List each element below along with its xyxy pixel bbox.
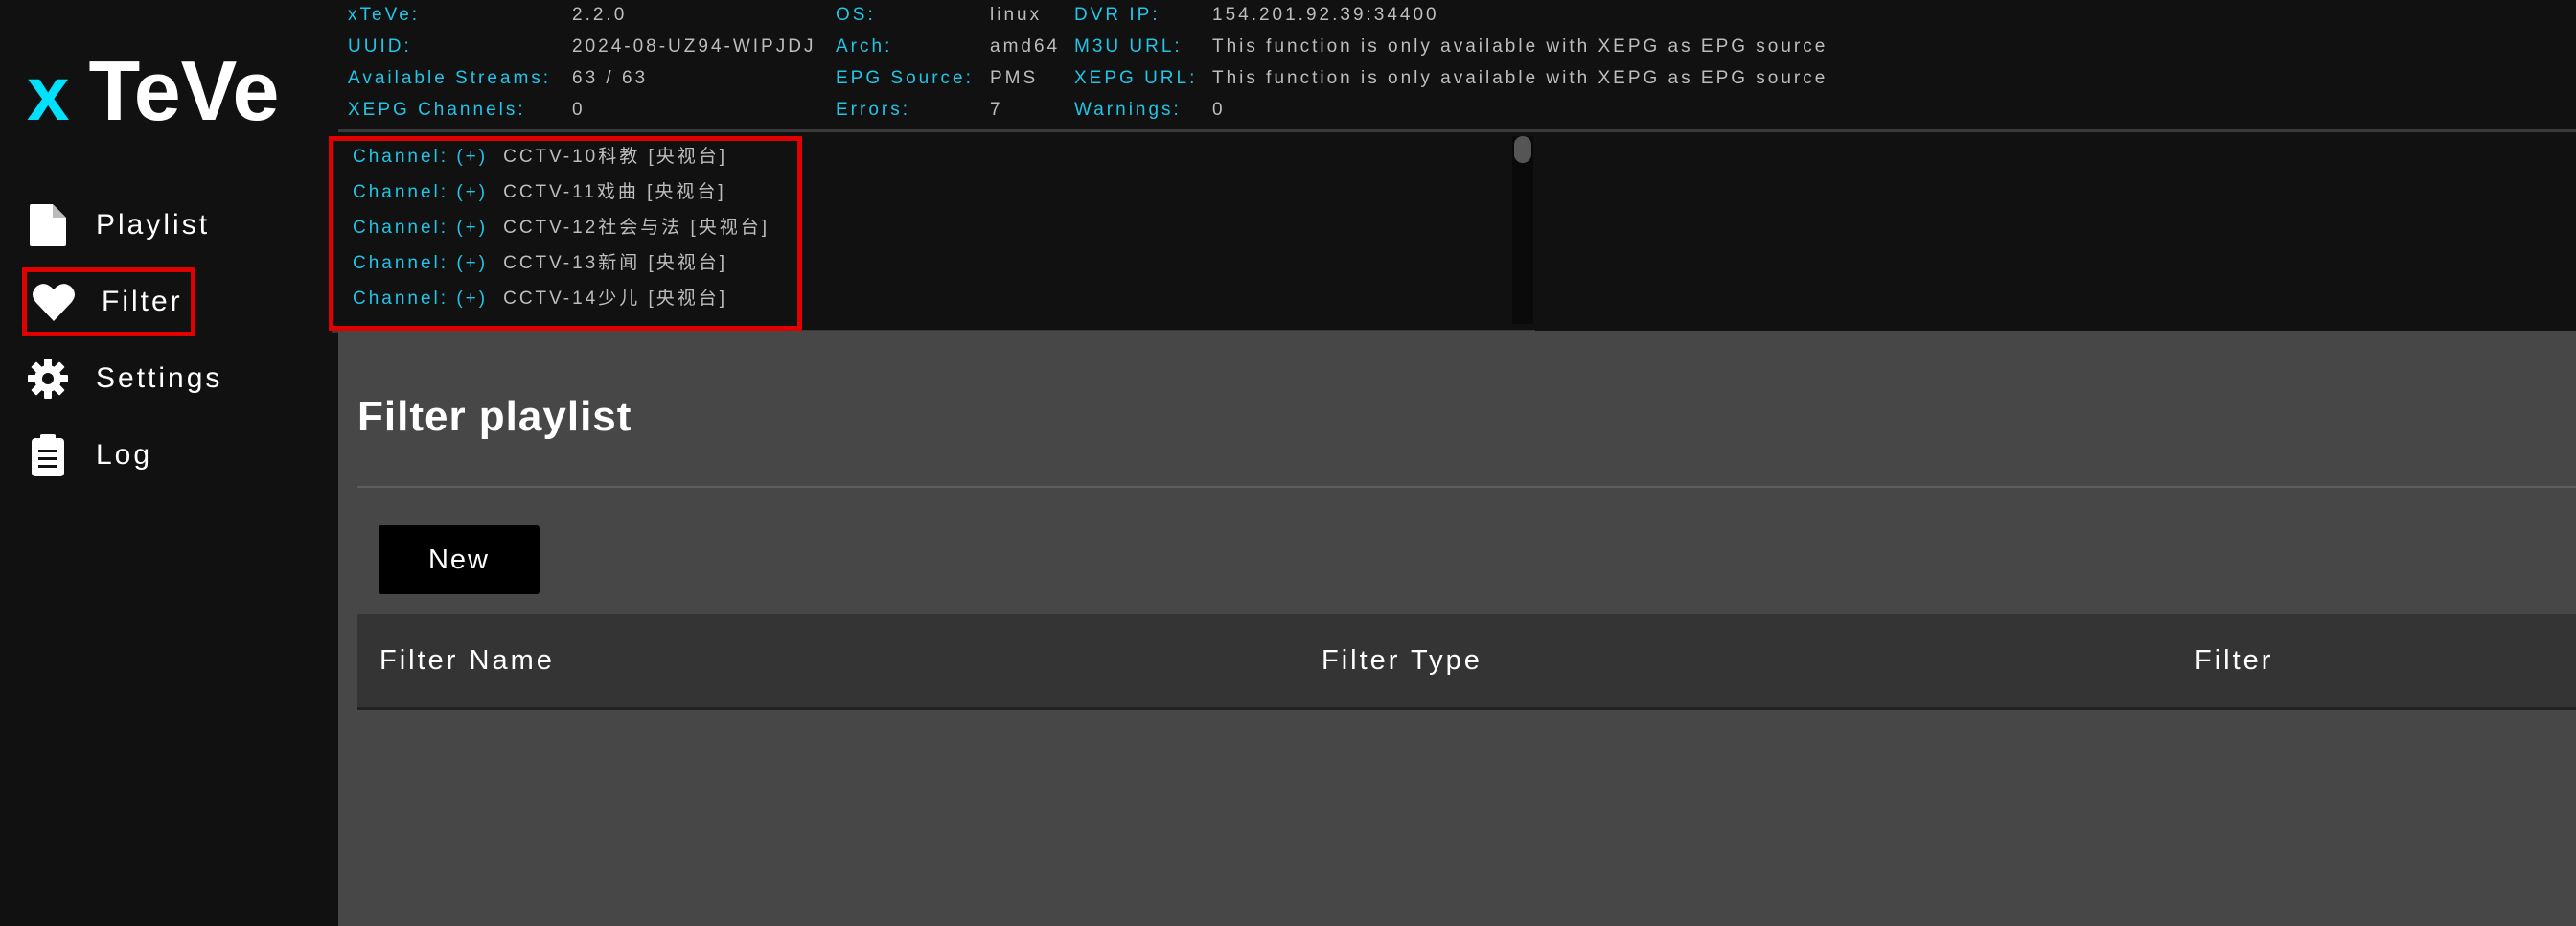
logo-x: x (27, 51, 70, 136)
heart-icon (33, 281, 75, 323)
column-header-filter-type[interactable]: Filter Type (1322, 614, 1483, 707)
warnings-label: Warnings: (1074, 100, 1182, 120)
sidebar-item-label: Playlist (96, 209, 211, 241)
xepg-url-label: XEPG URL: (1074, 68, 1198, 88)
sidebar-item-filter[interactable]: Filter (22, 267, 196, 336)
os-value: linux (990, 5, 1043, 25)
log-line: Channel: (+) CCTV-10科教 [央视台] (353, 147, 728, 167)
m3u-url-value: This function is only available with XEP… (1212, 36, 1828, 57)
log-line: Channel: (+) CCTV-13新闻 [央视台] (353, 253, 728, 273)
xteve-label: xTeVe: (348, 5, 421, 25)
log-line: Channel: (+) CCTV-11戏曲 [央视台] (353, 182, 726, 202)
gear-icon (27, 358, 69, 400)
divider (357, 486, 2576, 488)
arch-value: amd64 (990, 36, 1061, 57)
xteve-value: 2.2.0 (572, 5, 628, 25)
errors-label: Errors: (836, 100, 910, 120)
sidebar-item-label: Settings (96, 362, 223, 394)
app-logo: x TeVe (27, 48, 279, 137)
uuid-value: 2024-08-UZ94-WIPJDJ (572, 36, 816, 57)
sidebar-item-log[interactable]: Log (27, 426, 152, 485)
xepg-channels-label: XEPG Channels: (348, 100, 526, 120)
dvr-ip-value: 154.201.92.39:34400 (1212, 5, 1439, 25)
warnings-value: 0 (1212, 100, 1226, 120)
scrollbar-thumb[interactable] (1514, 136, 1531, 163)
main-panel: Filter playlist New Filter Name Filter T… (338, 331, 2576, 926)
sidebar-item-label: Filter (102, 286, 183, 317)
column-header-filter[interactable]: Filter (2195, 614, 2273, 707)
xepg-url-value: This function is only available with XEP… (1212, 68, 1828, 88)
errors-value: 7 (990, 100, 1003, 120)
logo-teve: TeVe (88, 43, 280, 138)
epg-source-value: PMS (990, 68, 1039, 88)
divider (338, 129, 2576, 132)
file-icon (27, 204, 69, 246)
column-header-filter-name[interactable]: Filter Name (380, 614, 555, 707)
streams-value: 63 / 63 (572, 68, 649, 88)
streams-label: Available Streams: (348, 68, 552, 88)
log-line: Channel: (+) CCTV-14少儿 [央视台] (353, 289, 728, 309)
filter-table-header: Filter Name Filter Type Filter (357, 614, 2576, 710)
sidebar-item-settings[interactable]: Settings (27, 349, 222, 408)
sidebar: x TeVe Playlist Filter Settings Log (0, 0, 338, 926)
xepg-channels-value: 0 (572, 100, 586, 120)
m3u-url-label: M3U URL: (1074, 36, 1183, 57)
os-label: OS: (836, 5, 876, 25)
epg-source-label: EPG Source: (836, 68, 974, 88)
sidebar-item-playlist[interactable]: Playlist (27, 196, 210, 255)
clipboard-icon (27, 434, 69, 476)
dvr-ip-label: DVR IP: (1074, 5, 1161, 25)
uuid-label: UUID: (348, 36, 412, 57)
sidebar-item-label: Log (96, 439, 153, 471)
log-scrollbar[interactable] (1512, 136, 1533, 324)
arch-label: Arch: (836, 36, 893, 57)
log-line: Channel: (+) CCTV-12社会与法 [央视台] (353, 218, 770, 238)
new-filter-button[interactable]: New (379, 525, 540, 594)
page-title: Filter playlist (357, 393, 632, 440)
